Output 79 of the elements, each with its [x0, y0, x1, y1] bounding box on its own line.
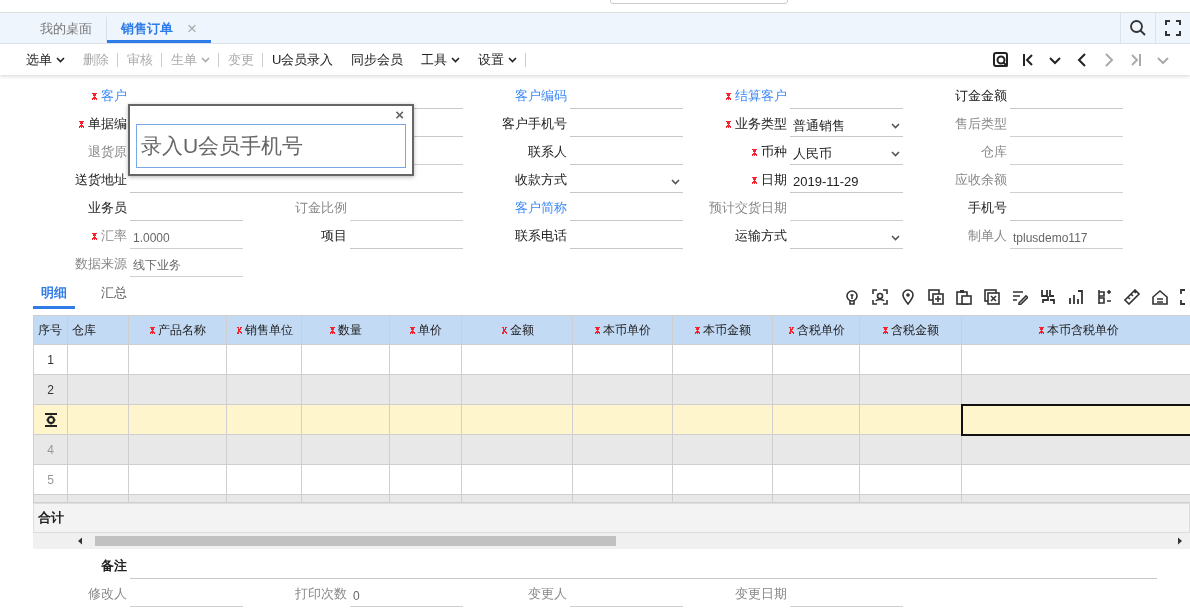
- field-label: 联系电话: [514, 227, 567, 245]
- field-label: 汇率: [30, 227, 127, 245]
- caret-icon: [891, 234, 900, 241]
- row-number: 4: [46, 442, 55, 457]
- field-label: 手机号: [967, 199, 1007, 217]
- chart-icon[interactable]: [1068, 289, 1084, 305]
- split-icon[interactable]: [1040, 289, 1056, 305]
- field-label: 修改人: [87, 585, 127, 603]
- field-label: 日期: [690, 171, 787, 189]
- field-label: 业务类型: [690, 115, 787, 133]
- row-number: 1: [46, 352, 55, 367]
- row-marker-icon[interactable]: [42, 411, 59, 428]
- paste-icon[interactable]: [956, 289, 972, 305]
- fullscreen-icon[interactable]: [1165, 20, 1181, 36]
- field-label: 订金比例: [294, 199, 347, 217]
- field-label: 变更日期: [734, 585, 787, 603]
- field-label: 退货原: [87, 143, 127, 161]
- add-row-icon[interactable]: [928, 289, 944, 305]
- field-label: 联系人: [527, 143, 567, 161]
- bulb-icon[interactable]: [844, 289, 860, 305]
- caret-icon: [451, 56, 461, 63]
- table-row[interactable]: [33, 404, 1190, 435]
- toolbar-button[interactable]: 同步会员: [342, 50, 413, 69]
- tab[interactable]: 销售订单 ×: [107, 17, 211, 43]
- field-label: 变更人: [527, 585, 567, 603]
- pin-icon[interactable]: [900, 289, 916, 305]
- text-field[interactable]: 2019-11-29: [790, 171, 903, 193]
- field-label: 数据来源: [74, 255, 127, 273]
- field-label: 应收余额: [954, 171, 1007, 189]
- field-label: 币种: [690, 143, 787, 161]
- tab[interactable]: 明细: [33, 284, 75, 309]
- field-label: 制单人: [967, 227, 1007, 245]
- field-label: 收款方式: [514, 171, 567, 189]
- caret-icon: [891, 150, 900, 157]
- caret-icon: [891, 122, 900, 129]
- close-button[interactable]: ×: [393, 106, 406, 124]
- ruler-icon[interactable]: [1124, 289, 1140, 305]
- field-label: 预计交货日期: [708, 199, 787, 217]
- toolbar-button[interactable]: 设置: [469, 50, 527, 69]
- toolbar-button[interactable]: U会员录入: [263, 50, 343, 69]
- field-label: 单据编: [30, 115, 127, 133]
- row-number: 5: [46, 472, 55, 487]
- field-label: 打印次数: [294, 585, 347, 603]
- tab[interactable]: 汇总: [93, 284, 135, 309]
- field-label: 订金金额: [954, 87, 1007, 105]
- toolbar-button[interactable]: 选单: [26, 50, 74, 69]
- branch-icon[interactable]: [1096, 289, 1112, 305]
- search-icon[interactable]: [1129, 19, 1147, 37]
- field-label: 仓库: [980, 143, 1007, 161]
- field-label: 项目: [320, 227, 347, 245]
- scan-icon[interactable]: [872, 289, 888, 305]
- field-label: 售后类型: [954, 115, 1007, 133]
- preview-icon[interactable]: [992, 50, 1010, 69]
- field-label: 业务员: [87, 199, 127, 217]
- column-header[interactable]: 金额: [500, 321, 534, 339]
- field-label[interactable]: 客户简称: [470, 199, 567, 217]
- field-label[interactable]: 结算客户: [690, 87, 787, 105]
- caret-icon: [201, 56, 210, 63]
- edit-icon[interactable]: [1012, 289, 1028, 305]
- house-icon[interactable]: [1152, 289, 1168, 305]
- horizontal-scrollbar[interactable]: [33, 533, 1190, 549]
- caret-icon: [56, 56, 65, 63]
- row-number: 2: [46, 382, 55, 397]
- caret-icon: [671, 178, 680, 185]
- field-label: 运输方式: [734, 227, 787, 245]
- table-cell[interactable]: [961, 404, 1190, 435]
- toolbar-button[interactable]: 工具: [412, 50, 470, 69]
- field-label: 送货地址: [74, 171, 127, 189]
- field-label: 客户手机号: [501, 115, 567, 133]
- caret-icon: [508, 56, 518, 63]
- tab[interactable]: 我的桌面: [26, 17, 107, 43]
- phone-input-field[interactable]: 录入U会员手机号: [136, 124, 406, 168]
- field-label[interactable]: 客户: [30, 87, 127, 105]
- dropdown-field[interactable]: 人民币: [790, 143, 903, 165]
- copy-icon[interactable]: [984, 289, 1000, 305]
- total-label: 合计: [38, 509, 64, 527]
- dropdown-field[interactable]: 普通销售: [790, 115, 903, 137]
- field-label[interactable]: 客户编码: [470, 87, 567, 105]
- field-label: 备注: [100, 557, 127, 575]
